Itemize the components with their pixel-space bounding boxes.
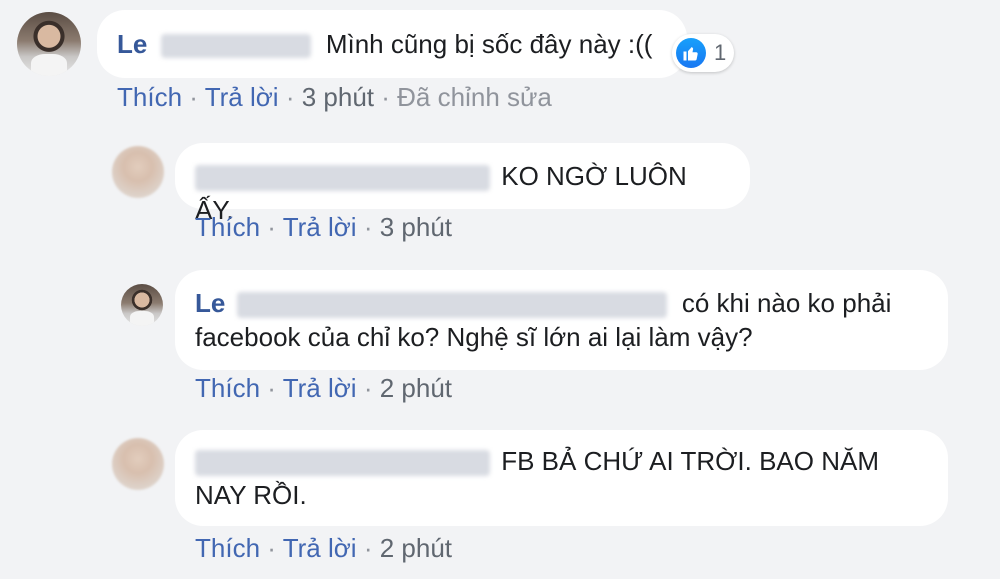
timestamp[interactable]: 2 phút: [380, 373, 452, 403]
redacted-author-name: [195, 450, 490, 477]
timestamp[interactable]: 3 phút: [380, 212, 452, 242]
avatar[interactable]: [121, 284, 163, 326]
redacted-author-name: [195, 165, 490, 192]
timestamp[interactable]: 3 phút: [302, 82, 374, 112]
like-link[interactable]: Thích: [117, 82, 182, 112]
separator: ·: [189, 82, 198, 112]
comment-text-line: NAY RỒI.: [195, 480, 307, 510]
timestamp[interactable]: 2 phút: [380, 533, 452, 563]
comment-author[interactable]: Le: [195, 288, 225, 318]
comment-actions: Thích · Trả lời · 2 phút: [195, 533, 452, 563]
comment-text-line: FB BẢ CHỨ AI TRỜI. BAO NĂM: [501, 446, 879, 476]
like-link[interactable]: Thích: [195, 373, 260, 403]
reply-link[interactable]: Trả lời: [283, 373, 357, 403]
avatar[interactable]: [112, 438, 164, 490]
comment-actions: Thích · Trả lời · 3 phút · Đã chỉnh sửa: [117, 82, 552, 112]
comment-bubble: Le có khi nào ko phải facebook của chỉ k…: [175, 270, 948, 370]
reply-link[interactable]: Trả lời: [283, 533, 357, 563]
like-link[interactable]: Thích: [195, 533, 260, 563]
comment-bubble: Le Mình cũng bị sốc đây này :((: [97, 10, 687, 78]
comment-text-line: facebook của chỉ ko? Nghệ sĩ lớn ai lại …: [195, 322, 753, 352]
separator: ·: [381, 82, 390, 112]
comment-bubble: FB BẢ CHỨ AI TRỜI. BAO NĂM NAY RỒI.: [175, 430, 948, 526]
reply-link[interactable]: Trả lời: [205, 82, 279, 112]
separator: ·: [267, 373, 276, 403]
comment-author[interactable]: Le: [117, 29, 147, 59]
separator: ·: [363, 212, 373, 242]
separator: ·: [363, 373, 373, 403]
avatar[interactable]: [112, 146, 164, 198]
reply-link[interactable]: Trả lời: [283, 212, 357, 242]
separator: ·: [267, 212, 276, 242]
comment-text-line: có khi nào ko phải: [681, 288, 892, 318]
comment-bubble: KO NGỜ LUÔN ẤY.: [175, 143, 750, 225]
separator: ·: [363, 533, 373, 563]
separator: ·: [285, 82, 295, 112]
reaction-summary[interactable]: 1: [672, 34, 735, 72]
like-thumbs-up-icon: [676, 38, 706, 68]
edited-label[interactable]: Đã chỉnh sửa: [397, 82, 552, 112]
comment-text: Mình cũng bị sốc đây này :((: [325, 29, 653, 59]
reaction-count: 1: [714, 40, 727, 65]
comment-actions: Thích · Trả lời · 3 phút: [195, 212, 452, 242]
separator: ·: [267, 533, 276, 563]
comment-actions: Thích · Trả lời · 2 phút: [195, 373, 452, 403]
redacted-author-name: [160, 34, 311, 59]
like-link[interactable]: Thích: [195, 212, 260, 242]
avatar[interactable]: [17, 12, 81, 76]
redacted-author-name: [236, 292, 667, 319]
